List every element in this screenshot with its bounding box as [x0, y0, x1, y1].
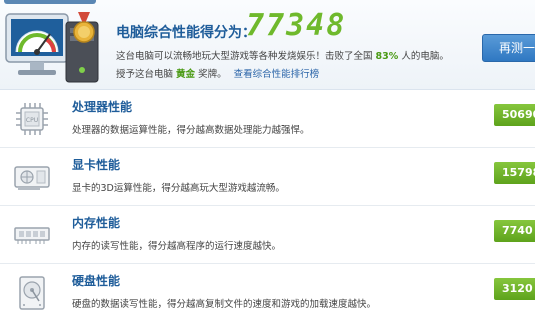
graphics-score-badge: 15798 — [494, 162, 535, 184]
beat-percent: 83% — [375, 51, 399, 62]
desc-prefix: 这台电脑可以流畅地玩大型游戏等各种发烧娱乐！击败了全国 — [116, 51, 373, 62]
row-title: 内存性能 — [72, 216, 121, 230]
row-title: 显卡性能 — [72, 158, 121, 172]
award-prefix: 授予这台电脑 — [116, 69, 174, 80]
award-suffix: 奖牌。 — [198, 69, 227, 80]
desc-suffix: 人的电脑。 — [401, 51, 449, 62]
computer-speedometer-icon — [5, 12, 99, 83]
score-title: 电脑综合性能得分为： — [116, 25, 256, 41]
svg-text:CPU: CPU — [26, 117, 38, 124]
total-score-value: 77348 — [246, 8, 347, 43]
row-description: 内存的读写性能，得分越高程序的运行速度越快。 — [72, 241, 282, 252]
hard-disk-icon — [19, 276, 45, 310]
row-title: 处理器性能 — [72, 100, 133, 114]
score-header: 电脑综合性能得分为： 77348 这台电脑可以流畅地玩大型游戏等各种发烧娱乐！击… — [0, 0, 535, 90]
list-item-hard-disk: 硬盘性能 硬盘的数据读写性能，得分越高复制文件的速度和游戏的加载速度越快。 31… — [0, 264, 535, 325]
award-line: 授予这台电脑 黄金 奖牌。 查看综合性能排行榜 — [116, 66, 319, 80]
row-description: 处理器的数据运算性能，得分越高数据处理能力越强悍。 — [72, 125, 310, 136]
list-item-cpu: CPU 处理器性能 处理器的数据运算性能，得分越高数据处理能力越强悍。 5069… — [0, 90, 535, 148]
list-item-memory: 内存性能 内存的读写性能，得分越高程序的运行速度越快。 7740 — [0, 206, 535, 264]
award-medal: 黄金 — [176, 69, 196, 80]
retest-button[interactable]: 再测一 — [482, 34, 535, 62]
row-description: 显卡的3D运算性能，得分越高玩大型游戏越流畅。 — [72, 183, 285, 194]
memory-icon — [14, 227, 50, 244]
hard-disk-score-badge: 3120 — [494, 278, 535, 300]
active-tab-indicator — [4, 0, 96, 4]
list-item-graphics: 显卡性能 显卡的3D运算性能，得分越高玩大型游戏越流畅。 15798 — [0, 148, 535, 206]
cpu-icon: CPU — [16, 103, 48, 135]
row-title: 硬盘性能 — [72, 274, 121, 288]
memory-score-badge: 7740 — [494, 220, 535, 242]
ranking-link[interactable]: 查看综合性能排行榜 — [234, 69, 320, 80]
cpu-score-badge: 50690 — [494, 104, 535, 126]
row-description: 硬盘的数据读写性能，得分越高复制文件的速度和游戏的加载速度越快。 — [72, 299, 377, 310]
score-description: 这台电脑可以流畅地玩大型游戏等各种发烧娱乐！击败了全国 83% 人的电脑。 — [116, 48, 449, 62]
graphics-card-icon — [14, 166, 50, 190]
